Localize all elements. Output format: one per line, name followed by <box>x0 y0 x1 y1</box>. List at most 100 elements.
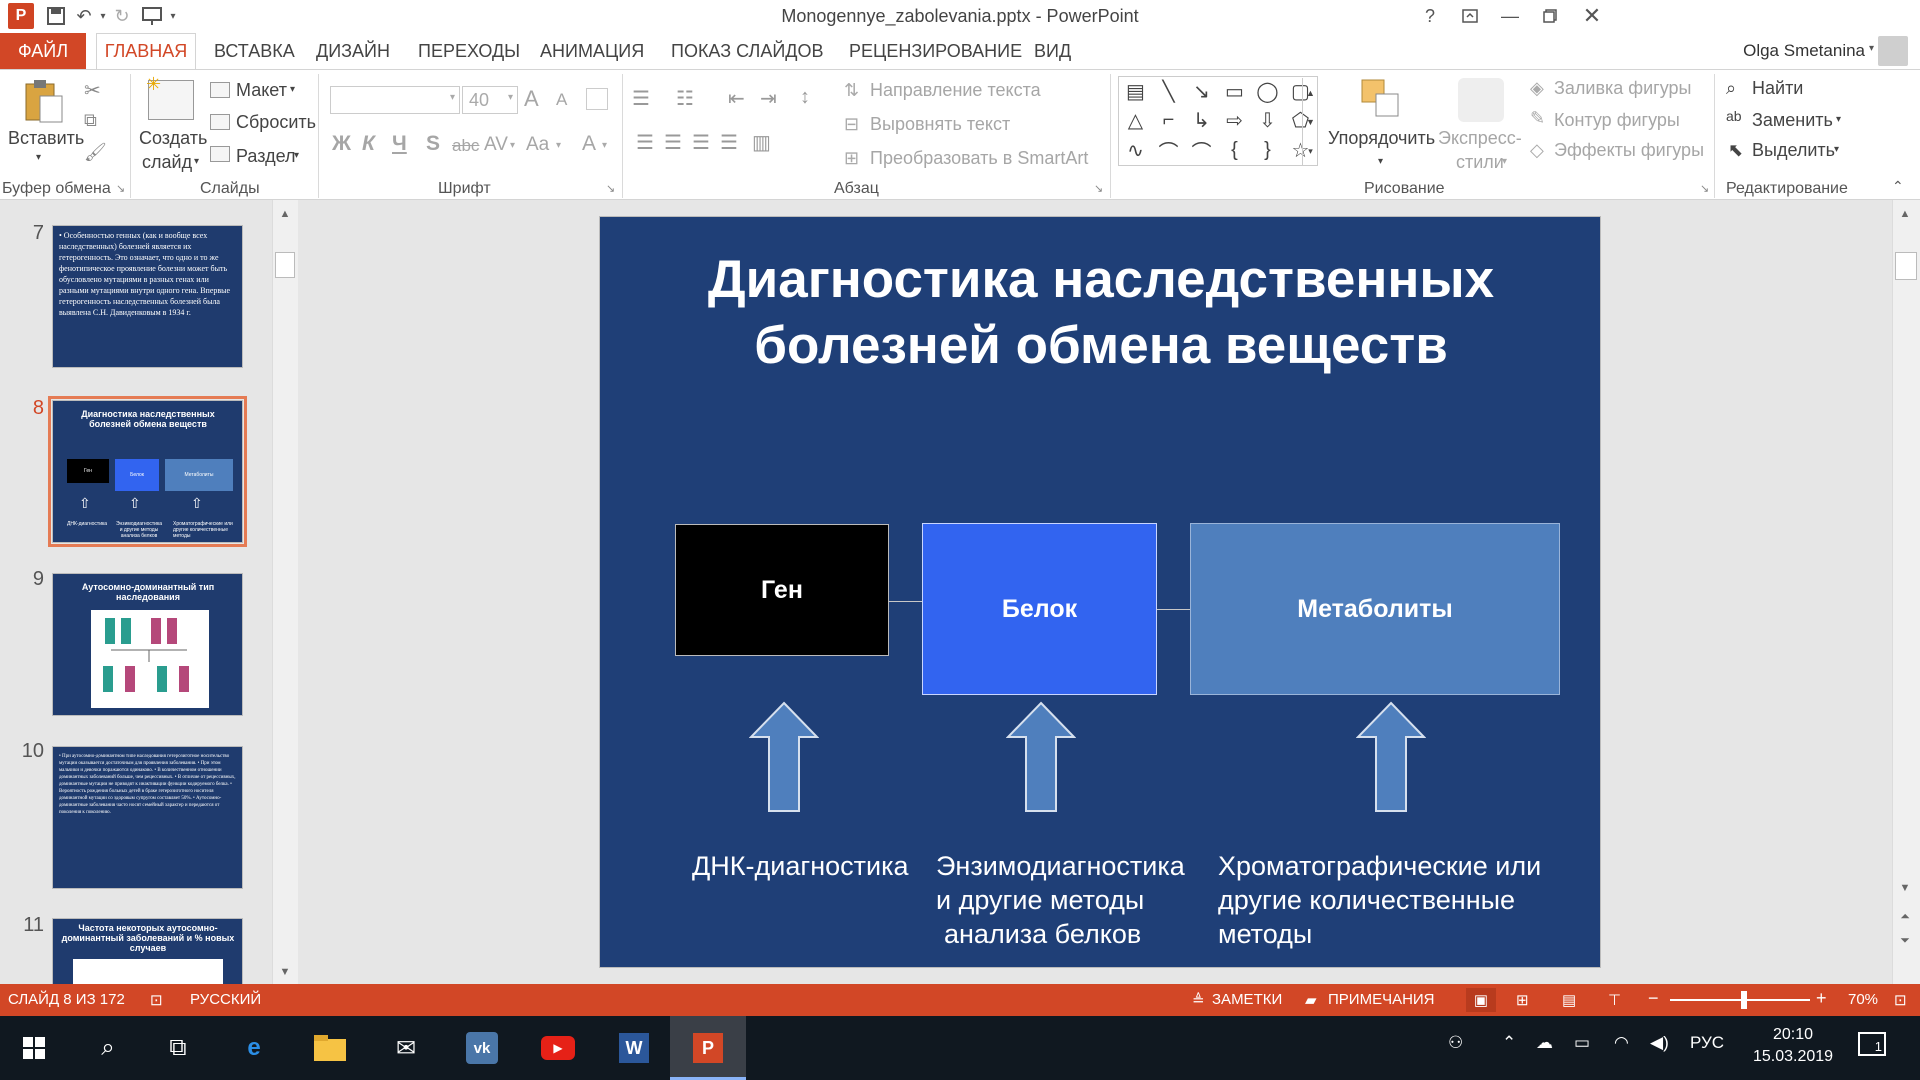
decrease-indent-icon[interactable]: ⇤ <box>728 86 745 111</box>
up-arrow-icon[interactable] <box>1355 701 1427 813</box>
metabolites-box[interactable]: Метаболиты <box>1190 523 1560 695</box>
scroll-up-arrow-icon[interactable]: ▲ <box>275 204 295 224</box>
avatar[interactable] <box>1878 36 1908 66</box>
char-spacing-button[interactable]: AV <box>484 134 508 156</box>
curve-shape-icon[interactable]: ⌒ <box>1189 137 1215 164</box>
volume-icon[interactable]: ◀) <box>1650 1033 1669 1053</box>
normal-view-icon[interactable]: ▣ <box>1466 988 1496 1012</box>
font-color-button[interactable]: A <box>582 132 596 156</box>
align-left-icon[interactable]: ☰ <box>636 130 654 155</box>
start-icon[interactable] <box>8 1022 60 1074</box>
font-name-dropdown-icon[interactable]: ▾ <box>450 92 455 103</box>
font-launcher-icon[interactable]: ↘ <box>606 182 615 195</box>
bold-button[interactable]: Ж <box>332 132 351 156</box>
reset-button[interactable]: Сбросить <box>236 112 316 133</box>
shapes-gallery-scroll[interactable]: ▲ ▼ ▾ <box>1302 78 1318 166</box>
onedrive-icon[interactable]: ☁ <box>1536 1033 1553 1053</box>
zoom-in-icon[interactable]: + <box>1816 988 1827 1009</box>
slide-thumbnail-8[interactable]: Диагностика наследственных болезней обме… <box>48 396 247 547</box>
maximize-icon[interactable] <box>1530 2 1570 30</box>
paragraph-launcher-icon[interactable]: ↘ <box>1094 182 1103 195</box>
dna-diagnostics-caption[interactable]: ДНК-диагностика <box>692 849 909 883</box>
next-slide-icon[interactable]: ⏷ <box>1895 930 1915 950</box>
increase-indent-icon[interactable]: ⇥ <box>760 86 777 111</box>
drawing-launcher-icon[interactable]: ↘ <box>1700 182 1709 195</box>
ribbon-display-icon[interactable] <box>1450 2 1490 30</box>
justify-icon[interactable]: ☰ <box>720 130 738 155</box>
scroll-down-arrow-icon[interactable]: ▼ <box>1895 878 1915 898</box>
up-arrow-icon[interactable] <box>748 701 820 813</box>
reading-view-icon[interactable]: ▤ <box>1562 991 1576 1009</box>
notes-button[interactable]: ЗАМЕТКИ <box>1212 991 1282 1008</box>
right-arrow-shape-icon[interactable]: ⇨ <box>1222 108 1248 134</box>
slide-thumbnail-11[interactable]: Частота некоторых аутосомно-доминантный … <box>52 918 243 984</box>
underline-button[interactable]: Ч <box>392 132 407 156</box>
tab-design[interactable]: ДИЗАЙН <box>316 33 390 69</box>
select-dropdown-icon[interactable]: ▾ <box>1834 144 1839 155</box>
font-color-dropdown-icon[interactable]: ▾ <box>602 140 607 151</box>
smartart-button[interactable]: Преобразовать в SmartArt <box>870 148 1088 169</box>
align-right-icon[interactable]: ☰ <box>692 130 710 155</box>
enzyme-diagnostics-caption[interactable]: Энзимодиагностика и другие методы анализ… <box>936 849 1196 951</box>
comments-button[interactable]: ПРИМЕЧАНИЯ <box>1328 991 1435 1008</box>
clock[interactable]: 20:10 15.03.2019 <box>1748 1024 1838 1068</box>
textbox-shape-icon[interactable]: ▤ <box>1123 79 1149 105</box>
zoom-slider-track[interactable] <box>1670 999 1810 1001</box>
action-center-icon[interactable]: 1 <box>1858 1032 1886 1056</box>
line-spacing-icon[interactable]: ↕ <box>800 86 810 109</box>
gene-box[interactable]: Ген <box>675 524 889 656</box>
section-dropdown-icon[interactable]: ▾ <box>294 150 299 161</box>
edge-icon[interactable]: e <box>228 1022 280 1074</box>
arrange-icon[interactable] <box>1360 78 1404 122</box>
quick-styles-dropdown-icon[interactable]: ▾ <box>1502 156 1507 167</box>
arrange-dropdown-icon[interactable]: ▾ <box>1378 156 1383 167</box>
tab-home[interactable]: ГЛАВНАЯ <box>96 33 196 69</box>
scroll-thumb[interactable] <box>1895 252 1917 280</box>
arc-shape-icon[interactable]: ⌒ <box>1156 137 1182 164</box>
text-direction-button[interactable]: Направление текста <box>870 80 1041 101</box>
elbow-connector-shape-icon[interactable]: ⌐ <box>1156 108 1182 134</box>
slide-thumbnail-9[interactable]: Аутосомно-доминантный тип наследования <box>52 573 243 716</box>
format-painter-icon[interactable]: 🖌 <box>84 142 107 163</box>
arrange-button[interactable]: Упорядочить <box>1328 128 1435 149</box>
align-text-button[interactable]: Выровнять текст <box>870 114 1010 135</box>
oval-shape-icon[interactable]: ◯ <box>1255 79 1281 105</box>
scroll-up-arrow-icon[interactable]: ▲ <box>1895 204 1915 224</box>
user-dropdown-icon[interactable]: ▾ <box>1869 43 1874 54</box>
shape-fill-button[interactable]: Заливка фигуры <box>1554 78 1691 99</box>
italic-button[interactable]: К <box>362 132 375 156</box>
shrink-font-button[interactable]: A <box>556 90 567 110</box>
clear-format-icon[interactable] <box>586 88 608 110</box>
right-brace-shape-icon[interactable]: } <box>1255 137 1281 163</box>
tray-chevron-icon[interactable]: ⌃ <box>1502 1033 1516 1053</box>
layout-button[interactable]: Макет <box>236 80 287 101</box>
layout-dropdown-icon[interactable]: ▾ <box>290 84 295 95</box>
paste-dropdown-icon[interactable]: ▾ <box>36 152 41 163</box>
bullets-icon[interactable]: ☰ <box>632 86 650 111</box>
new-slide-dropdown-icon[interactable]: ▾ <box>194 156 199 167</box>
shadow-button[interactable]: S <box>426 132 440 156</box>
char-spacing-dropdown-icon[interactable]: ▾ <box>510 140 515 151</box>
freeform-shape-icon[interactable]: ∿ <box>1123 137 1149 163</box>
slide-thumbnail-7[interactable]: • Особенностью генных (как и вообще всех… <box>52 225 243 368</box>
powerpoint-icon[interactable]: P <box>682 1022 734 1074</box>
fit-slide-icon[interactable]: ⊡ <box>1894 991 1907 1009</box>
rectangle-shape-icon[interactable]: ▭ <box>1222 79 1248 105</box>
shapes-gallery[interactable]: ▤ ╲ ↘ ▭ ◯ ▢ △ ⌐ ↳ ⇨ ⇩ ⬠ ∿ ⌒ ⌒ { } ☆ <box>1118 76 1318 166</box>
tab-view[interactable]: ВИД <box>1034 33 1071 69</box>
paste-button[interactable]: Вставить <box>8 128 84 149</box>
arrow-line-shape-icon[interactable]: ↘ <box>1189 79 1215 105</box>
wifi-icon[interactable]: ◠ <box>1614 1033 1629 1053</box>
protein-box[interactable]: Белок <box>922 523 1157 695</box>
paste-icon[interactable] <box>22 78 66 124</box>
zoom-level[interactable]: 70% <box>1848 991 1878 1008</box>
slideshow-view-icon[interactable]: ⊤ <box>1608 991 1621 1009</box>
thumbnail-scrollbar[interactable] <box>272 200 298 984</box>
help-button[interactable]: ? <box>1410 2 1450 30</box>
replace-dropdown-icon[interactable]: ▾ <box>1836 114 1841 125</box>
people-icon[interactable]: ⚇ <box>1448 1033 1463 1053</box>
search-icon[interactable]: ⌕ <box>82 1022 134 1074</box>
zoom-out-icon[interactable]: − <box>1648 988 1659 1009</box>
tab-slideshow[interactable]: ПОКАЗ СЛАЙДОВ <box>671 33 823 69</box>
font-size-dropdown-icon[interactable]: ▾ <box>508 92 513 103</box>
